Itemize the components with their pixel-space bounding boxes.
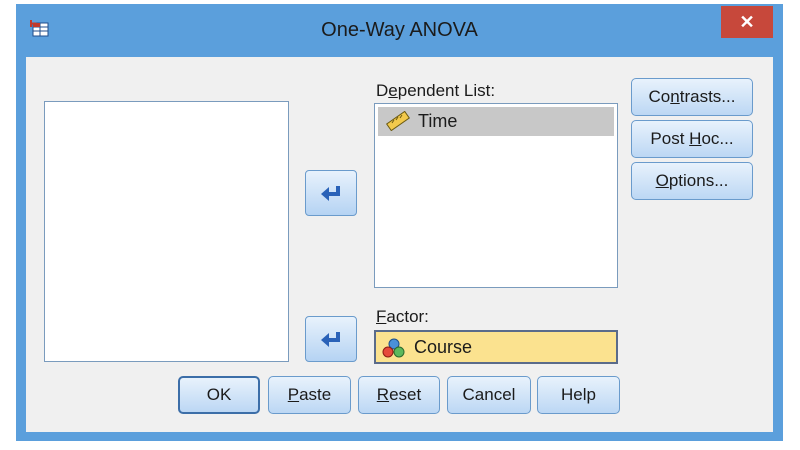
post-hoc-button[interactable]: Post Hoc... xyxy=(631,120,753,158)
reset-button[interactable]: Reset xyxy=(358,376,440,414)
list-item[interactable]: Time xyxy=(378,107,614,136)
factor-field[interactable]: Course xyxy=(374,330,618,364)
move-to-dependent-button[interactable] xyxy=(305,170,357,216)
close-icon: ✕ xyxy=(739,12,755,32)
dependent-list-label: Dependent List: xyxy=(376,81,496,100)
move-arrow-icon xyxy=(321,332,340,347)
contrasts-button[interactable]: Contrasts... xyxy=(631,78,753,116)
window-title: One-Way ANOVA xyxy=(321,19,478,41)
close-button[interactable]: ✕ xyxy=(721,6,773,38)
dependent-list[interactable]: Time xyxy=(374,103,618,288)
dialog-window: One-Way ANOVA ✕ Dependent List: Time Fac… xyxy=(16,4,783,441)
factor-value: Course xyxy=(414,337,473,357)
options-button[interactable]: Options... xyxy=(631,162,753,200)
dialog-body: Dependent List: Time Factor: Course Cont… xyxy=(26,57,773,432)
list-item-label: Time xyxy=(418,111,458,131)
move-arrow-icon xyxy=(321,186,340,201)
ruler-icon xyxy=(385,110,411,140)
help-button[interactable]: Help xyxy=(537,376,620,414)
source-variable-list[interactable] xyxy=(44,101,289,362)
move-to-factor-button[interactable] xyxy=(305,316,357,362)
nominal-variable-icon xyxy=(382,337,406,364)
ok-button[interactable]: OK xyxy=(178,376,260,414)
cancel-button[interactable]: Cancel xyxy=(447,376,531,414)
title-bar[interactable]: One-Way ANOVA ✕ xyxy=(16,4,783,58)
paste-button[interactable]: Paste xyxy=(268,376,351,414)
factor-label: Factor: xyxy=(376,307,429,326)
